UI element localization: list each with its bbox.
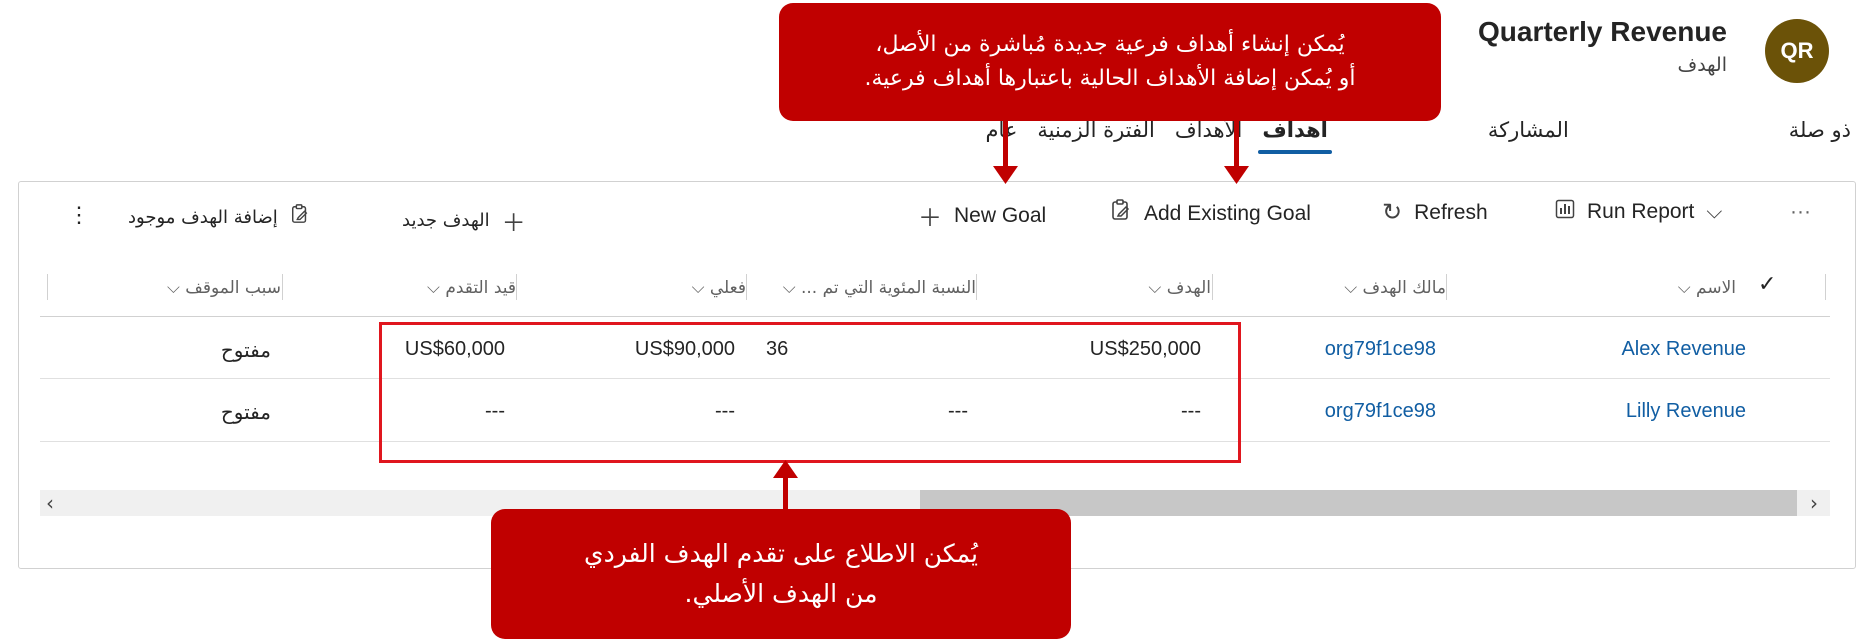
add-existing-goal-label: Add Existing Goal xyxy=(1144,201,1311,225)
new-goal-ar-button[interactable]: الهدف جديد ＋ xyxy=(402,203,526,238)
row-1-name-link[interactable]: Alex Revenue xyxy=(1621,338,1746,361)
callout-top: يُمكن إنشاء أهداف فرعية جديدة مُباشرة من… xyxy=(779,3,1441,121)
new-goal-button[interactable]: ＋ New Goal xyxy=(918,198,1046,233)
plus-icon: ＋ xyxy=(918,205,942,232)
refresh-icon: ↻ xyxy=(1382,199,1403,226)
record-subtitle: الهدف xyxy=(1677,54,1728,76)
callout-top-line-1: يُمكن إنشاء أهداف فرعية جديدة مُباشرة من… xyxy=(875,32,1345,57)
run-report-label: Run Report xyxy=(1587,200,1695,223)
record-title: Quarterly Revenue xyxy=(1478,16,1727,47)
clipboard-icon xyxy=(1110,198,1132,229)
column-header-in-progress[interactable]: قيد التقدم ⌵ xyxy=(427,270,516,306)
plus-ar-icon: ＋ xyxy=(501,209,526,237)
select-all-checkbox[interactable]: ✓ xyxy=(1758,272,1776,297)
more-commands-icon[interactable]: ··· xyxy=(1790,200,1811,224)
overflow-menu-icon[interactable]: ⋮ xyxy=(68,202,90,228)
column-header-actual[interactable]: فعلي ⌵ xyxy=(692,270,746,306)
tab-related[interactable]: ذو صلة xyxy=(1779,110,1861,150)
report-icon xyxy=(1555,198,1575,226)
row-2-owner-link[interactable]: org79f1ce98 xyxy=(1325,400,1436,423)
add-existing-goal-ar-label: إضافة الهدف موجود xyxy=(128,206,278,228)
row-2-name-link[interactable]: Lilly Revenue xyxy=(1626,400,1746,423)
row-1-status-reason: مفتوح xyxy=(220,338,271,362)
add-existing-goal-button[interactable]: Add Existing Goal xyxy=(1110,198,1311,229)
column-header-name[interactable]: الاسم ⌵ xyxy=(1678,270,1736,306)
arrow-new-goal xyxy=(1003,121,1008,171)
clipboard-ar-icon xyxy=(290,203,310,231)
tab-sharing[interactable]: المشاركة xyxy=(1478,110,1579,150)
arrow-progress xyxy=(783,476,788,510)
arrow-add-existing xyxy=(1234,121,1239,171)
arrow-head-add-existing-icon xyxy=(1224,166,1249,184)
row-2-status-reason: مفتوح xyxy=(220,400,271,424)
column-header-percent-achieved[interactable]: النسبة المئوية التي تم ... ⌵ xyxy=(783,270,976,306)
column-header-goal-owner[interactable]: مالك الهدف ⌵ xyxy=(1344,270,1446,306)
highlight-box xyxy=(379,322,1241,463)
refresh-label: Refresh xyxy=(1414,200,1488,224)
scroll-left-icon[interactable]: ‹ xyxy=(46,490,54,516)
column-header-target[interactable]: الهدف ⌵ xyxy=(1148,270,1211,306)
chevron-down-icon: ⌵ xyxy=(1706,200,1723,223)
new-goal-ar-label: الهدف جديد xyxy=(402,210,490,231)
arrow-head-new-goal-icon xyxy=(993,166,1018,184)
callout-bottom-line-2: من الهدف الأصلي. xyxy=(684,579,878,608)
refresh-button[interactable]: ↻ Refresh xyxy=(1382,198,1488,227)
callout-top-line-2: أو يُمكن إضافة الأهداف الحالية باعتبارها… xyxy=(864,66,1356,91)
add-existing-goal-ar-button[interactable]: إضافة الهدف موجود xyxy=(128,203,310,231)
new-goal-label: New Goal xyxy=(954,203,1047,227)
scroll-right-icon[interactable]: › xyxy=(1810,490,1818,516)
avatar: QR xyxy=(1765,19,1829,83)
column-header-status-reason[interactable]: سبب الموقف ⌵ xyxy=(167,270,281,306)
run-report-button[interactable]: Run Report ⌵ xyxy=(1555,198,1722,226)
callout-bottom: يُمكن الاطلاع على تقدم الهدف الفردي من ا… xyxy=(491,509,1071,639)
callout-bottom-line-1: يُمكن الاطلاع على تقدم الهدف الفردي xyxy=(584,539,978,568)
row-1-owner-link[interactable]: org79f1ce98 xyxy=(1325,338,1436,361)
